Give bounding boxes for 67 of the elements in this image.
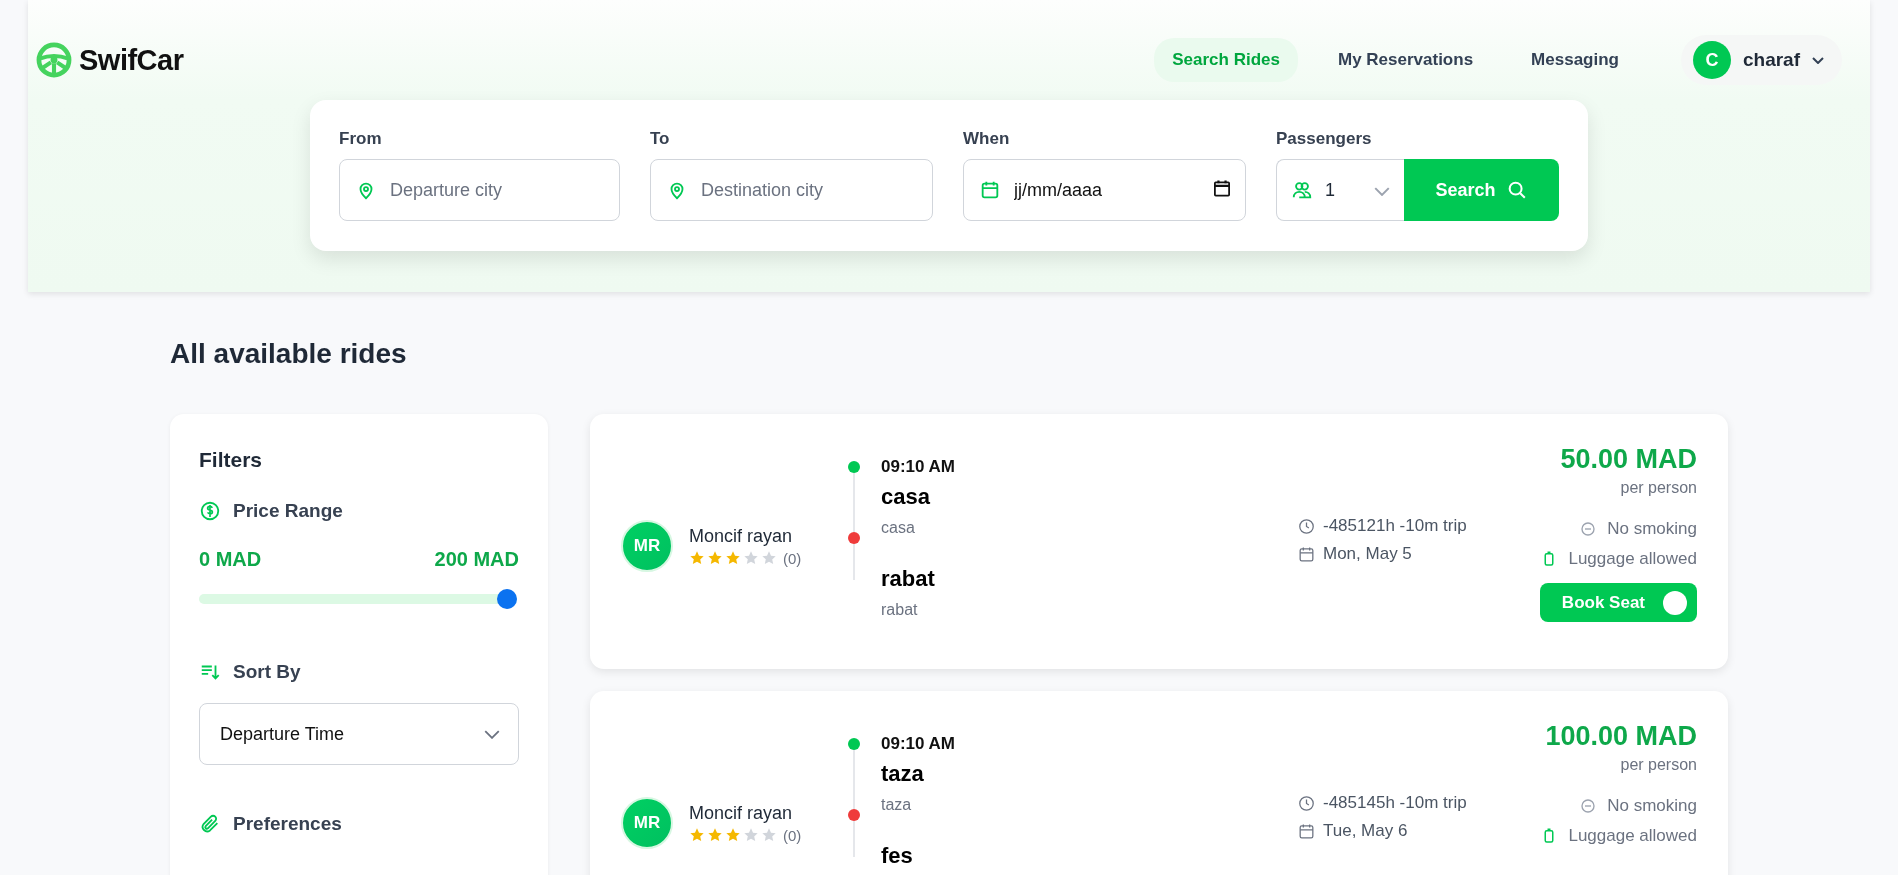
max-price: 200 MAD [434, 548, 519, 571]
driver-name: Moncif rayan [689, 525, 794, 547]
user-name: charaf [1742, 49, 1800, 71]
chevron-down-icon [484, 729, 500, 739]
sort-select[interactable]: Departure Time [199, 703, 519, 765]
dollar-icon [199, 500, 221, 522]
route-timeline-icon [847, 460, 861, 580]
ride-price: 50.00 MAD [1560, 444, 1697, 475]
paperclip-icon [199, 813, 221, 835]
calendar-icon [979, 179, 1001, 201]
no-smoking-icon [1579, 520, 1598, 538]
chevron-down-icon [1812, 56, 1824, 64]
ride-price: 100.00 MAD [1545, 721, 1697, 752]
min-price: 0 MAD [199, 548, 262, 571]
field-label: To [650, 129, 671, 149]
origin-address: casa [881, 519, 916, 537]
field-label: From [339, 129, 383, 149]
trip-duration: -485145h -10m trip [1323, 793, 1467, 813]
review-count: (0) [783, 826, 802, 844]
date-field[interactable]: jj/mm/aaaa [963, 159, 1246, 221]
driver-name: Moncif rayan [689, 802, 794, 824]
section-label: Price Range [233, 500, 343, 522]
preference-label: Luggage allowed [1568, 549, 1697, 569]
preference-label: Luggage allowed [1568, 826, 1697, 846]
destination-field[interactable]: Destination city [650, 159, 933, 221]
trip-duration: -485121h -10m trip [1323, 516, 1467, 536]
departure-field[interactable]: Departure city [339, 159, 620, 221]
chevron-down-icon [1374, 186, 1390, 196]
driver-avatar: MR [621, 520, 673, 572]
departure-time: 09:10 AM [881, 457, 955, 477]
steering-wheel-icon [35, 41, 73, 79]
field-label: When [963, 129, 1011, 149]
trip-date: Mon, May 5 [1323, 544, 1412, 564]
page-title: All available rides [170, 338, 408, 370]
calendar-icon [1297, 544, 1316, 564]
route-timeline-icon [847, 737, 861, 857]
departure-time: 09:10 AM [881, 734, 955, 754]
user-menu[interactable]: C charaf [1680, 35, 1842, 85]
clock-icon [1297, 793, 1316, 813]
calendar-picker-icon[interactable] [1214, 180, 1230, 197]
no-smoking-icon [1579, 797, 1598, 815]
price-slider[interactable] [199, 589, 517, 609]
user-avatar: C [1692, 41, 1731, 79]
price-unit: per person [1620, 479, 1697, 497]
people-icon [1291, 179, 1313, 201]
origin-city: taza [881, 762, 925, 786]
preference-label: No smoking [1607, 519, 1697, 539]
nav-link[interactable]: My Reservations [1320, 38, 1492, 82]
review-count: (0) [783, 549, 802, 567]
section-label: Sort By [233, 661, 301, 683]
preference-label: No smoking [1607, 796, 1697, 816]
panel-title: Filters [199, 448, 264, 472]
origin-city: casa [881, 485, 931, 509]
driver-avatar: MR [621, 797, 673, 849]
destination-city: fes [881, 844, 914, 868]
nav-link[interactable]: Messaging [1513, 38, 1637, 82]
trip-date: Tue, May 6 [1323, 821, 1408, 841]
brand-name: SwifCar [79, 43, 184, 77]
calendar-icon [1297, 821, 1316, 841]
destination-address: rabat [881, 601, 919, 619]
destination-city: rabat [881, 567, 936, 591]
price-unit: per person [1620, 756, 1697, 774]
section-label: Preferences [233, 813, 342, 835]
origin-address: taza [881, 796, 913, 814]
slider-thumb[interactable] [497, 589, 517, 609]
clock-icon [1297, 516, 1316, 536]
field-label: Passengers [1276, 129, 1373, 149]
